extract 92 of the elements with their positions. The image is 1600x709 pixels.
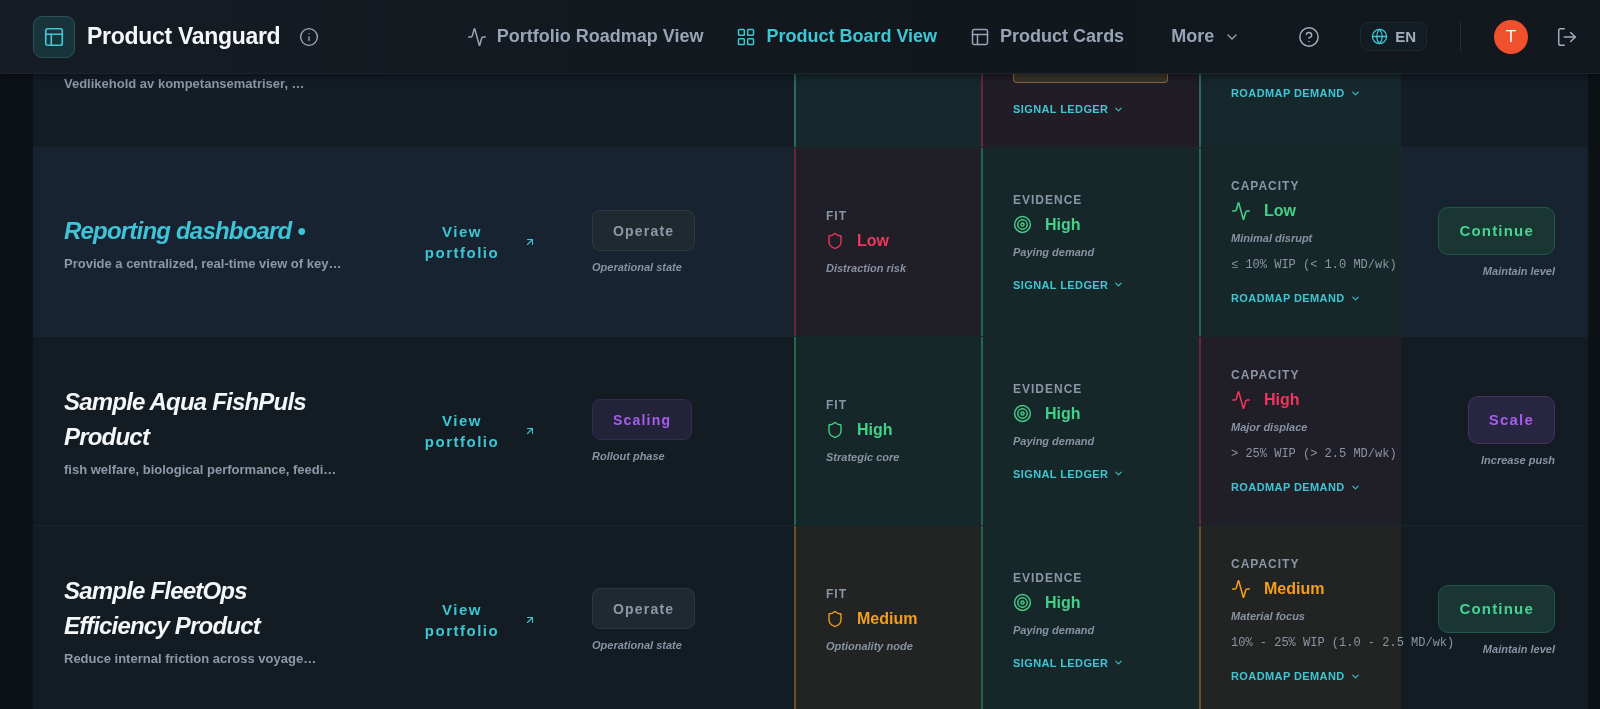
fit-value: Low [857, 232, 889, 250]
shield-icon [826, 232, 844, 250]
signal-ledger-link[interactable]: SIGNAL LEDGER [1013, 102, 1125, 116]
product-title: Sample FleetOps Efficiency Product [64, 576, 263, 641]
action-button[interactable]: Continue [1438, 206, 1555, 255]
phase-badge: Operate [592, 588, 696, 629]
arrow-up-right-icon [524, 425, 536, 437]
table-row[interactable] [33, 148, 1588, 337]
globe-icon [1371, 28, 1389, 45]
fit-label: FIT [826, 398, 847, 412]
chevron-down-icon [1113, 279, 1125, 290]
roadmap-demand-link[interactable]: ROADMAP DEMAND [1231, 480, 1361, 494]
product-description: fish welfare, biological performance, feedi… [64, 462, 338, 478]
capacity-caption: Minimal disrupt [1231, 231, 1313, 245]
capacity-label: CAPACITY [1231, 179, 1300, 193]
product-title: Sample Aqua FishPuls Product [64, 387, 307, 452]
capacity-value: High [1264, 391, 1300, 409]
portfolio-link[interactable]: View portfolio [420, 221, 536, 263]
info-icon[interactable] [299, 26, 320, 47]
nav-tab[interactable]: Product Board View [736, 26, 938, 47]
evidence-caption: Paying demand [1013, 244, 1095, 259]
grid-icon [736, 26, 757, 47]
evidence-caption: Paying demand [1013, 433, 1095, 448]
signal-ledger-link[interactable]: SIGNAL LEDGER [1013, 277, 1125, 292]
evidence-value: High [1045, 593, 1081, 612]
action-button[interactable]: Continue [1438, 584, 1555, 633]
fit-caption: Distraction risk [826, 261, 907, 275]
evidence-label: EVIDENCE [1013, 192, 1083, 207]
pulse-icon [1231, 390, 1251, 410]
evidence-value: High [1045, 215, 1081, 234]
fit-caption: Optionality node [826, 639, 913, 653]
evidence-label: EVIDENCE [1013, 570, 1083, 585]
wip-range: ≤ 10% WIP (< 1.0 MD/wk) [1231, 258, 1397, 272]
product-title: Reporting dashboard • [64, 215, 306, 246]
capacity-caption: Material focus [1231, 609, 1305, 623]
evidence-value: High [1045, 404, 1081, 423]
action-caption: Maintain level [1482, 263, 1555, 278]
product-description: Reduce internal friction across voyage… [64, 651, 318, 667]
evidence-caption: Paying demand [1013, 622, 1095, 637]
roadmap-demand-link[interactable]: ROADMAP DEMAND [1231, 291, 1361, 305]
fit-value: Medium [857, 610, 918, 628]
portfolio-link[interactable]: View portfolio [420, 599, 536, 641]
capacity-caption: Major displace [1231, 420, 1308, 434]
product-description: Provide a centralized, real-time view of key… [64, 255, 343, 272]
arrow-up-right-icon [524, 614, 536, 626]
more-menu[interactable]: More [1171, 26, 1241, 47]
signal-ledger-link[interactable]: SIGNAL LEDGER [1013, 466, 1125, 481]
phase-caption: Rollout phase [592, 449, 665, 463]
language-button[interactable]: EN [1360, 22, 1427, 51]
roadmap-demand-link[interactable]: ROADMAP DEMAND [1231, 669, 1361, 683]
layout-icon [970, 26, 991, 47]
evidence-label: EVIDENCE [1013, 381, 1083, 396]
nav-tab[interactable]: Product Cards [970, 26, 1125, 47]
help-icon[interactable] [1298, 25, 1321, 48]
signal-ledger-link[interactable]: SIGNAL LEDGER [1013, 655, 1125, 670]
action-button[interactable]: Scale [1467, 395, 1555, 444]
target-icon [1013, 215, 1032, 234]
fit-label: FIT [826, 587, 847, 601]
shield-icon [826, 421, 844, 439]
chevron-down-icon [1113, 468, 1125, 479]
phase-badge: Scaling [592, 399, 693, 440]
roadmap-demand-link[interactable]: ROADMAP DEMAND [1231, 86, 1361, 100]
capacity-label: CAPACITY [1231, 557, 1300, 571]
capacity-value: Low [1264, 202, 1296, 220]
fit-label: FIT [826, 209, 847, 223]
logo-icon[interactable] [33, 15, 75, 58]
wip-range: > 25% WIP (> 2.5 MD/wk) [1231, 447, 1397, 461]
user-avatar[interactable]: T [1494, 19, 1528, 54]
target-icon [1013, 593, 1032, 612]
pulse-icon [466, 26, 487, 47]
capacity-label: CAPACITY [1231, 368, 1300, 382]
action-caption: Maintain level [1482, 641, 1555, 656]
action-caption: Increase push [1481, 452, 1555, 467]
nav-tab[interactable]: Portfolio Roadmap View [466, 26, 704, 47]
phase-caption: Operational state [592, 638, 682, 652]
pulse-icon [1231, 201, 1251, 221]
fit-caption: Strategic core [826, 450, 900, 464]
pulse-icon [1231, 579, 1251, 599]
arrow-up-right-icon [524, 236, 536, 248]
product-description: Vedlikehold av kompetansematriser, … [64, 76, 306, 92]
phase-caption: Operational state [592, 260, 682, 274]
shield-icon [826, 610, 844, 628]
wip-range: 10% - 25% WIP (1.0 - 2.5 MD/wk) [1231, 636, 1455, 650]
logout-icon[interactable] [1556, 25, 1578, 48]
portfolio-link[interactable]: View portfolio [420, 410, 536, 452]
chevron-down-icon [1113, 657, 1125, 668]
phase-badge: Operate [592, 210, 696, 251]
table-row[interactable] [33, 337, 1588, 526]
target-icon [1013, 404, 1032, 423]
capacity-value: Medium [1264, 580, 1325, 598]
fit-value: High [857, 421, 893, 439]
app-title: Product Vanguard [87, 23, 281, 50]
